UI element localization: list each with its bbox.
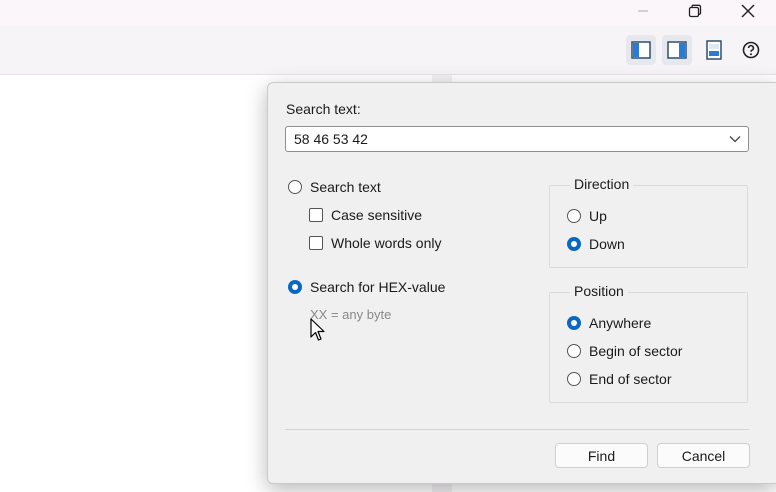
checkbox-case-sensitive[interactable] <box>309 208 323 222</box>
position-begin-radio[interactable]: Begin of sector <box>567 343 682 359</box>
radio-search-text[interactable] <box>288 180 302 194</box>
search-text-combobox[interactable]: 58 46 53 42 <box>285 126 749 152</box>
radio-search-hex[interactable] <box>288 280 302 294</box>
search-text-value[interactable]: 58 46 53 42 <box>286 131 722 147</box>
restore-button[interactable] <box>672 0 718 22</box>
help-button[interactable] <box>736 35 766 65</box>
position-group: Position Anywhere Begin of sector End of… <box>549 283 748 403</box>
direction-up-radio[interactable]: Up <box>567 208 607 224</box>
dropdown-button[interactable] <box>722 127 748 151</box>
left-pane-icon <box>631 41 651 59</box>
position-end-radio[interactable]: End of sector <box>567 371 672 387</box>
position-end-label: End of sector <box>589 371 672 387</box>
help-icon <box>742 41 760 59</box>
direction-down-radio[interactable]: Down <box>567 236 625 252</box>
document-button[interactable] <box>699 35 729 65</box>
restore-icon <box>688 4 702 18</box>
mouse-cursor-icon <box>310 318 325 341</box>
direction-group: Direction Up Down <box>549 176 748 268</box>
search-text-radio[interactable]: Search text <box>288 179 381 195</box>
find-dialog: Search text: 58 46 53 42 Search text Cas… <box>267 82 776 484</box>
minimize-icon <box>638 10 648 12</box>
direction-up-label: Up <box>589 208 607 224</box>
search-hex-radio[interactable]: Search for HEX-value <box>288 279 445 295</box>
position-begin-label: Begin of sector <box>589 343 683 359</box>
cancel-button[interactable]: Cancel <box>657 443 750 468</box>
direction-down-label: Down <box>589 236 625 252</box>
direction-group-title: Direction <box>570 176 634 192</box>
radio-end-of-sector[interactable] <box>567 372 581 386</box>
document-icon <box>706 40 722 60</box>
whole-words-label: Whole words only <box>331 235 442 251</box>
case-sensitive-label: Case sensitive <box>331 207 423 223</box>
radio-down[interactable] <box>567 237 581 251</box>
position-anywhere-radio[interactable]: Anywhere <box>567 315 651 331</box>
position-group-title: Position <box>570 283 628 299</box>
app-window: Search text: 58 46 53 42 Search text Cas… <box>0 0 776 492</box>
position-anywhere-label: Anywhere <box>589 315 652 331</box>
right-pane-button[interactable] <box>662 35 692 65</box>
right-pane-icon <box>667 41 687 59</box>
find-button[interactable]: Find <box>555 443 648 468</box>
title-bar <box>0 0 776 26</box>
case-sensitive-checkbox[interactable]: Case sensitive <box>309 207 422 223</box>
radio-up[interactable] <box>567 209 581 223</box>
left-pane-button[interactable] <box>626 35 656 65</box>
minimize-button[interactable] <box>620 0 666 22</box>
button-separator <box>285 429 749 430</box>
search-text-radio-label: Search text <box>310 179 381 195</box>
radio-begin-of-sector[interactable] <box>567 344 581 358</box>
search-text-label: Search text: <box>286 101 361 117</box>
close-icon <box>741 4 755 18</box>
chevron-down-icon <box>729 136 741 143</box>
whole-words-checkbox[interactable]: Whole words only <box>309 235 442 251</box>
toolbar <box>0 26 776 75</box>
search-hex-radio-label: Search for HEX-value <box>310 279 446 295</box>
close-button[interactable] <box>725 0 771 22</box>
radio-anywhere[interactable] <box>567 316 581 330</box>
checkbox-whole-words[interactable] <box>309 236 323 250</box>
